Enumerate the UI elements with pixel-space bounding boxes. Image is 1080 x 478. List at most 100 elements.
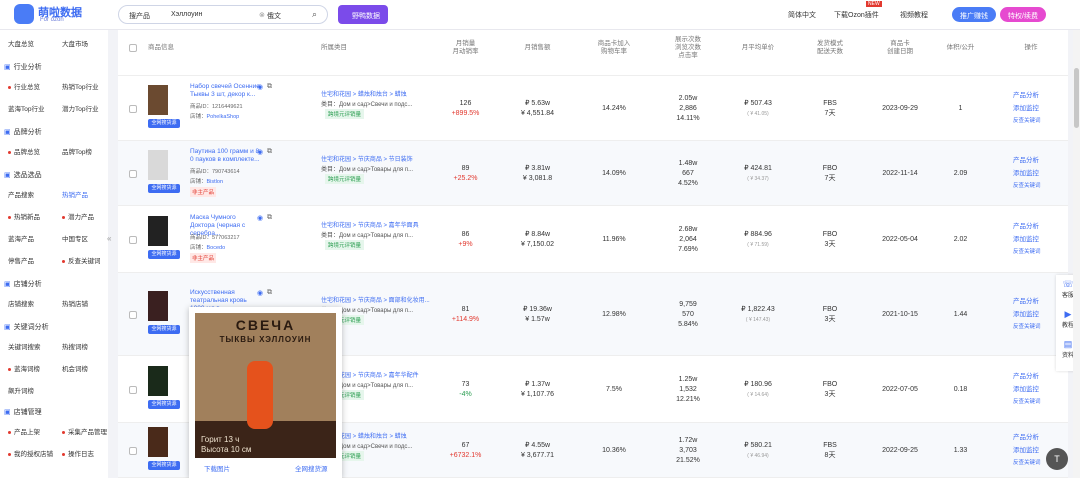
all-site-source-button[interactable]: 全网搜货源	[148, 461, 180, 470]
add-monitor-link[interactable]: 添加监控	[1013, 308, 1041, 321]
promo-button[interactable]: 推广赚钱	[952, 7, 996, 22]
scrollbar-thumb[interactable]	[1074, 68, 1079, 128]
search-icon[interactable]: ⌕	[312, 9, 317, 20]
all-site-source-button[interactable]: 全网搜货源	[148, 325, 180, 334]
header-volume[interactable]: 体积/公升	[933, 44, 988, 52]
sidebar-section[interactable]: ▣ 行业分析	[4, 62, 42, 72]
language-select[interactable]: 俄文	[267, 11, 281, 21]
product-thumbnail[interactable]	[148, 85, 168, 115]
open-link-icon[interactable]: ⧉	[267, 214, 272, 222]
all-site-source-button[interactable]: 全网搜货源	[148, 184, 180, 193]
language-link[interactable]: 简体中文	[788, 10, 816, 20]
sidebar-section[interactable]: ▣ 品牌分析	[4, 127, 42, 137]
yeya-data-button[interactable]: 野鸭数据	[338, 5, 388, 24]
category-path[interactable]: 住宅和花园 > 节庆商品 > 面部和化妆用...	[321, 295, 430, 304]
all-site-source-button[interactable]: 全网搜货源	[148, 119, 180, 128]
add-monitor-link[interactable]: 添加监控	[1013, 383, 1041, 396]
sidebar-item[interactable]: 中国专区	[62, 233, 88, 243]
reverse-keyword-link[interactable]: 反查关键词	[1013, 246, 1041, 259]
header-avg-price[interactable]: 月平均单价	[728, 44, 788, 52]
sidebar-item[interactable]: 品牌总览	[8, 146, 40, 156]
reverse-keyword-link[interactable]: 反查关键词	[1013, 115, 1041, 128]
product-thumbnail[interactable]	[148, 427, 168, 457]
sidebar-item[interactable]: 关键词搜索	[8, 341, 41, 351]
sidebar-item[interactable]: 热销产品	[62, 189, 88, 199]
download-plugin-link[interactable]: 下载Ozon插件	[834, 10, 879, 20]
logo-icon[interactable]	[14, 4, 34, 24]
scrollbar[interactable]	[1073, 30, 1080, 478]
sidebar-item[interactable]: 热销Top行业	[62, 81, 98, 91]
product-analysis-link[interactable]: 产品分析	[1013, 295, 1041, 308]
collapse-sidebar-icon[interactable]: «	[107, 234, 111, 243]
category-path[interactable]: 住宅和花园 > 节庆商品 > 嘉年华面具	[321, 220, 419, 229]
sidebar-item[interactable]: 产品搜索	[8, 189, 34, 199]
sidebar-item[interactable]: 大盘市场	[62, 38, 88, 48]
table-row[interactable]: 全网搜货源 Маска Чумного Доктора (черная с се…	[118, 206, 1068, 273]
all-site-source-button[interactable]: 全网搜货源	[148, 250, 180, 259]
reverse-keyword-link[interactable]: 反查关键词	[1013, 321, 1041, 334]
header-monthly-sales[interactable]: 月销量 月动销率	[438, 40, 493, 56]
sidebar-item[interactable]: 品牌Top榜	[62, 146, 92, 156]
select-all-checkbox[interactable]	[129, 44, 137, 52]
sidebar-item[interactable]: 潜力Top行业	[62, 103, 98, 113]
category-path[interactable]: 住宅和花园 > 节庆商品 > 节日装饰	[321, 154, 413, 163]
shop-link[interactable]: PohelkaShop	[207, 114, 240, 120]
sidebar-item[interactable]: 行业总览	[8, 81, 40, 91]
sidebar-item[interactable]: 大盘总览	[8, 38, 34, 48]
product-title-link[interactable]: Паутина 100 грамм и 8 0 пауков в комплек…	[190, 148, 262, 164]
search-input[interactable]: Хэллоуин	[171, 11, 202, 18]
header-cart-rate[interactable]: 商品卡加入 购物车率	[584, 40, 644, 56]
header-monthly-revenue[interactable]: 月销售额	[510, 44, 565, 52]
product-thumbnail[interactable]	[148, 366, 168, 396]
sidebar-item[interactable]: 潜力产品	[62, 211, 94, 221]
product-thumbnail[interactable]	[148, 150, 168, 180]
sidebar-item[interactable]: 产品上架	[8, 426, 40, 436]
add-monitor-link[interactable]: 添加监控	[1013, 233, 1041, 246]
download-image-link[interactable]: 下载图片	[204, 463, 230, 473]
product-analysis-link[interactable]: 产品分析	[1013, 431, 1041, 444]
table-row[interactable]: 全网搜货源 Паутина 100 грамм и 8 0 пауков в к…	[118, 141, 1068, 206]
row-checkbox[interactable]	[129, 236, 137, 244]
sidebar-item[interactable]: 停售产品	[8, 255, 34, 265]
product-title-link[interactable]: Набор свечей Осенние Тыквы 3 шт, декор к…	[190, 83, 262, 99]
product-thumbnail[interactable]	[148, 216, 168, 246]
add-monitor-link[interactable]: 添加监控	[1013, 167, 1041, 180]
open-link-icon[interactable]: ⧉	[267, 148, 272, 156]
reverse-keyword-link[interactable]: 反查关键词	[1013, 180, 1041, 193]
open-link-icon[interactable]: ⧉	[267, 289, 272, 297]
shop-link[interactable]: Bistlon	[207, 179, 224, 185]
sidebar-section[interactable]: ▣ 店铺分析	[4, 279, 42, 289]
sidebar-item[interactable]: 采集产品管理	[62, 426, 107, 436]
sidebar-item[interactable]: 蓝海Top行业	[8, 103, 44, 113]
clear-icon[interactable]: ⊗	[259, 11, 265, 19]
row-checkbox[interactable]	[129, 386, 137, 394]
row-checkbox[interactable]	[129, 105, 137, 113]
sidebar-item[interactable]: 店铺搜索	[8, 298, 34, 308]
reverse-keyword-link[interactable]: 反查关键词	[1013, 396, 1041, 409]
category-path[interactable]: 住宅和花园 > 蜡烛和烛台 > 蜡烛	[321, 89, 407, 98]
product-analysis-link[interactable]: 产品分析	[1013, 89, 1041, 102]
product-thumbnail[interactable]	[148, 291, 168, 321]
vip-button[interactable]: 特权/续费	[1000, 7, 1046, 22]
sidebar-section[interactable]: ▣ 选品选品	[4, 170, 42, 180]
sidebar-item[interactable]: 热销店铺	[62, 298, 88, 308]
sidebar-item[interactable]: 飙升词榜	[8, 385, 34, 395]
row-checkbox[interactable]	[129, 311, 137, 319]
back-to-top-icon[interactable]: T	[1046, 448, 1068, 470]
shop-link[interactable]: Bocedo	[207, 245, 226, 251]
add-monitor-link[interactable]: 添加监控	[1013, 444, 1041, 457]
table-row[interactable]: 全网搜货源 Набор свечей Осенние Тыквы 3 шт, д…	[118, 76, 1068, 141]
search-type-select[interactable]: 搜产品	[129, 11, 150, 21]
row-checkbox[interactable]	[129, 170, 137, 178]
sidebar-item[interactable]: 热搜词榜	[62, 341, 88, 351]
all-site-source-button[interactable]: 全网搜货源	[148, 400, 180, 409]
sidebar-item[interactable]: 机会词榜	[62, 363, 88, 373]
sidebar-item[interactable]: 我的授权店铺	[8, 448, 53, 458]
sidebar-item[interactable]: 蓝海产品	[8, 233, 34, 243]
open-link-icon[interactable]: ⧉	[267, 83, 272, 91]
sidebar-item[interactable]: 蓝海词榜	[8, 363, 40, 373]
sidebar-section[interactable]: ▣ 关键词分析	[4, 322, 49, 332]
sidebar-item[interactable]: 操作日志	[62, 448, 94, 458]
product-analysis-link[interactable]: 产品分析	[1013, 154, 1041, 167]
sidebar-item[interactable]: 热销新品	[8, 211, 40, 221]
